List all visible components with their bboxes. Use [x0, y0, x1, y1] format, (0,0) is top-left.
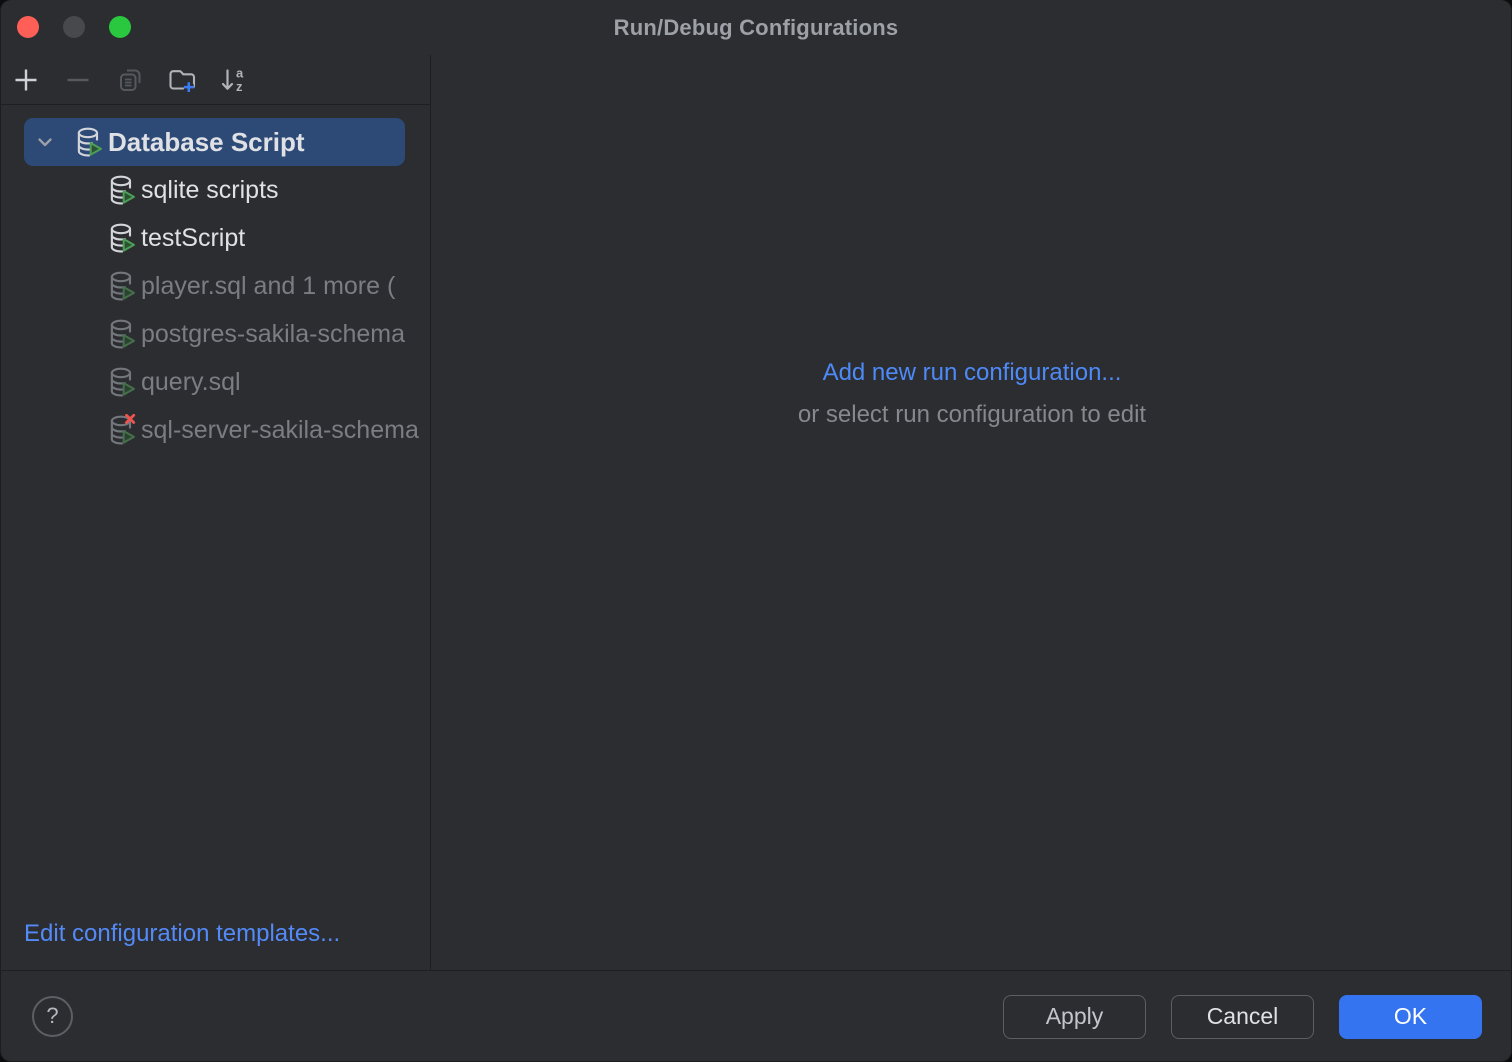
add-configuration-button[interactable]: [8, 62, 44, 98]
folder-plus-icon: [166, 64, 198, 96]
tree-row[interactable]: testScript: [0, 214, 430, 262]
empty-state: Add new run configuration... or select r…: [432, 358, 1512, 430]
remove-configuration-button[interactable]: [60, 62, 96, 98]
copy-configuration-button[interactable]: [112, 62, 148, 98]
titlebar: Run/Debug Configurations: [0, 0, 1512, 55]
cancel-button[interactable]: Cancel: [1171, 995, 1314, 1039]
add-new-run-configuration-link[interactable]: Add new run configuration...: [823, 358, 1122, 388]
sort-az-icon: a z: [218, 64, 250, 96]
new-folder-button[interactable]: [164, 62, 200, 98]
database-script-icon: [108, 414, 136, 446]
copy-icon: [115, 65, 145, 95]
empty-state-hint: or select run configuration to edit: [432, 400, 1512, 430]
configurations-sidebar: a z Database Script: [0, 55, 431, 970]
tree-item-label: sql-server-sakila-schema: [141, 416, 419, 445]
tree-item-label: query.sql: [141, 368, 241, 397]
tree-item-label: Database Script: [108, 127, 305, 158]
question-mark-icon: ?: [46, 1003, 58, 1029]
ok-button[interactable]: OK: [1339, 995, 1482, 1039]
tree-item-label: postgres-sakila-schema: [141, 320, 405, 349]
tree-row[interactable]: query.sql: [0, 358, 430, 406]
dialog-footer: ? Apply Cancel OK: [0, 970, 1512, 1062]
minus-icon: [63, 65, 93, 95]
sort-configurations-button[interactable]: a z: [216, 62, 252, 98]
database-script-icon: [108, 270, 136, 302]
database-script-icon: [108, 222, 136, 254]
tree-row[interactable]: postgres-sakila-schema: [0, 310, 430, 358]
dialog-buttons: Apply Cancel OK: [1003, 995, 1482, 1039]
tree-item-label: sqlite scripts: [141, 176, 279, 205]
database-script-icon: [75, 126, 103, 158]
tree-row[interactable]: sqlite scripts: [0, 166, 430, 214]
tree-row[interactable]: player.sql and 1 more (: [0, 262, 430, 310]
chevron-down-icon[interactable]: [33, 130, 57, 154]
tree-row[interactable]: Database Script: [24, 118, 405, 166]
configuration-detail-panel: Add new run configuration... or select r…: [432, 55, 1512, 970]
run-debug-configurations-dialog: Run/Debug Configurations: [0, 0, 1512, 1062]
database-script-icon: [108, 366, 136, 398]
edit-configuration-templates-link[interactable]: Edit configuration templates...: [24, 920, 340, 948]
dialog-title: Run/Debug Configurations: [0, 0, 1512, 55]
sort-letter-z: z: [236, 79, 243, 94]
configurations-tree: Database Script sqlite scripts testScrip…: [0, 118, 430, 454]
tree-row[interactable]: sql-server-sakila-schema: [0, 406, 430, 454]
help-button[interactable]: ?: [32, 996, 73, 1037]
database-script-icon: [108, 318, 136, 350]
tree-item-label: testScript: [141, 224, 245, 253]
tree-item-label: player.sql and 1 more (: [141, 272, 395, 301]
sidebar-toolbar: a z: [0, 55, 430, 105]
database-script-icon: [108, 174, 136, 206]
plus-icon: [11, 65, 41, 95]
apply-button[interactable]: Apply: [1003, 995, 1146, 1039]
